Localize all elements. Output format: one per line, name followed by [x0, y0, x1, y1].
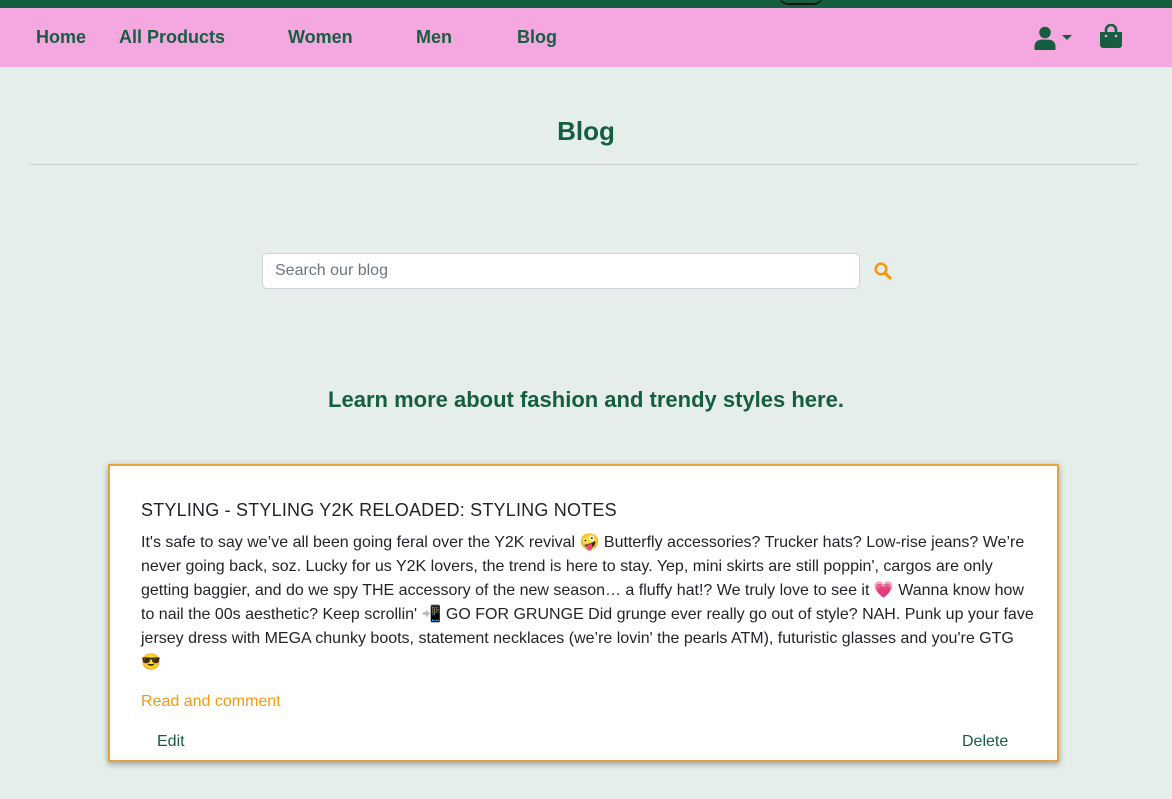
- page-title: Blog: [557, 116, 615, 146]
- main-navbar: Home All Products Women Men Blog: [0, 8, 1172, 67]
- post-excerpt: It's safe to say we’ve all been going fe…: [141, 534, 1034, 671]
- read-and-comment-link[interactable]: Read and comment: [141, 693, 281, 711]
- nav-men[interactable]: Men: [416, 27, 452, 48]
- user-icon: [1034, 26, 1056, 50]
- nav-women[interactable]: Women: [288, 27, 353, 48]
- blog-post-card: STYLING - STYLING Y2K RELOADED: STYLING …: [108, 464, 1059, 762]
- edit-post-link[interactable]: Edit: [157, 733, 185, 751]
- blog-tagline: Learn more about fashion and trendy styl…: [328, 387, 844, 412]
- chevron-down-icon: [1062, 35, 1072, 40]
- top-brand-strip: [0, 0, 1172, 8]
- nav-blog[interactable]: Blog: [517, 27, 557, 48]
- logo-edge: [778, 0, 824, 5]
- search-icon: [874, 262, 892, 280]
- account-dropdown[interactable]: [1034, 26, 1074, 52]
- nav-all-products[interactable]: All Products: [119, 27, 225, 48]
- nav-home[interactable]: Home: [36, 27, 86, 48]
- delete-post-link[interactable]: Delete: [962, 733, 1008, 751]
- blog-search-input[interactable]: [262, 253, 860, 289]
- post-title: STYLING - STYLING Y2K RELOADED: STYLING …: [141, 500, 617, 520]
- title-divider: [29, 164, 1138, 165]
- shopping-bag-button[interactable]: [1099, 23, 1123, 54]
- search-button[interactable]: [873, 261, 893, 281]
- shopping-bag-icon: [1100, 23, 1122, 48]
